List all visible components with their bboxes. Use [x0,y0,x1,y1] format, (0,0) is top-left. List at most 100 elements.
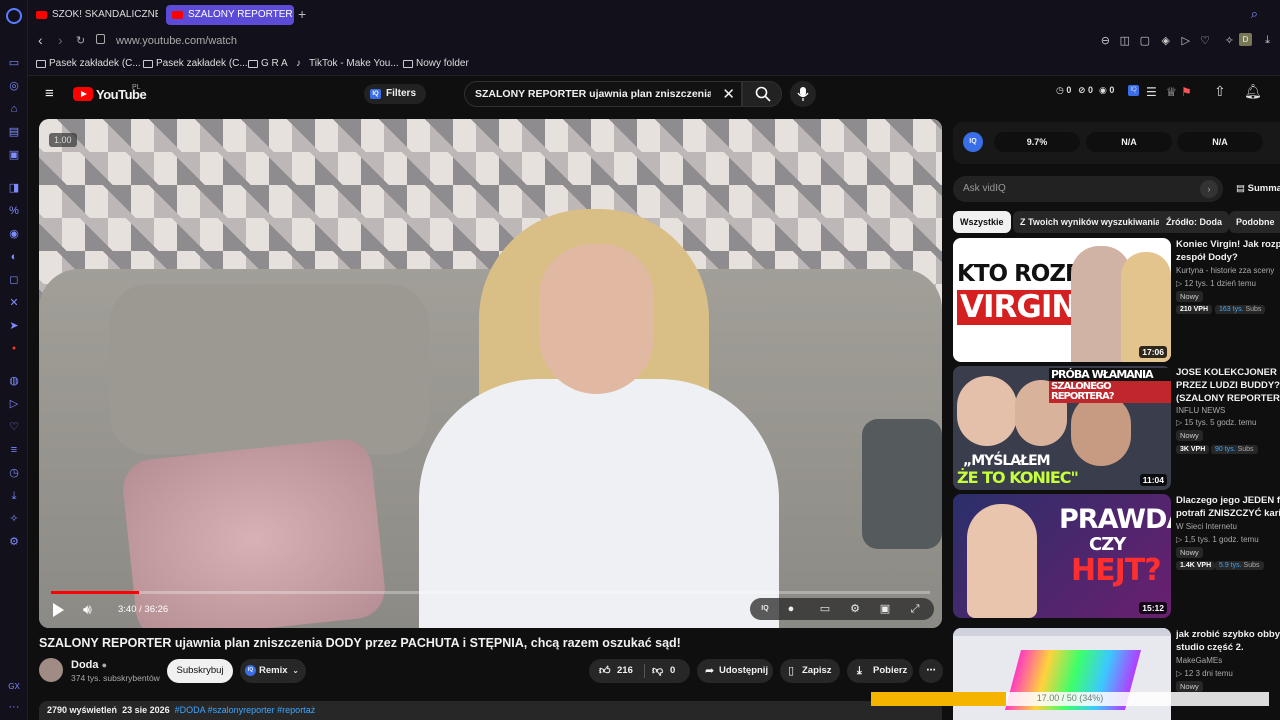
bookmark-folder-2[interactable]: Pasek zakładek (C... [143,58,248,69]
close-icon[interactable]: ✕ [722,85,735,103]
snapshot-icon[interactable]: ▢ [1140,34,1150,47]
video-player[interactable]: 1.00 🔊︎ 3:40 / 36:26 IQ ● ▭ ⚙ ▣ ⤢ [39,119,942,628]
x-icon[interactable]: ✕ [7,296,21,310]
app-icon[interactable]: ● [7,342,21,356]
voice-search-button[interactable] [790,81,816,107]
player-icon[interactable]: ▷ [7,397,21,411]
tab-search-icon[interactable]: ⌕ [1251,6,1258,22]
heart-icon[interactable]: ♡ [7,420,21,434]
alert-icon[interactable]: ⚑ [1181,85,1192,99]
channel-avatar[interactable] [39,658,63,682]
bell-icon[interactable]: 🔔︎ [1244,83,1262,100]
recommendation-channel[interactable]: W Sieci Internetu [1176,522,1237,531]
messenger-icon[interactable]: ◉ [7,227,21,241]
recommendation-channel[interactable]: INFLU NEWS [1176,406,1225,415]
opera-logo-icon[interactable] [6,8,22,24]
reload-icon[interactable]: ↻ [76,34,85,47]
miniplayer-icon[interactable]: ▣ [878,602,892,616]
player-icon[interactable]: ▷ [1182,34,1190,47]
playback-speed-badge[interactable]: 1.00 [49,133,77,147]
chip-from-search[interactable]: Z Twoich wyników wyszukiwania [1013,211,1168,233]
discord-icon[interactable]: ◐ [7,250,21,264]
settings-gear-icon[interactable]: ⚙ [848,602,862,616]
recommendation-item[interactable]: KTO ROZBIŁ VIRGIN? 17:06 Koniec Virgin! … [953,238,1280,362]
settings-icon[interactable]: ⚙ [7,535,21,549]
extensions-icon[interactable]: ✧ [1225,34,1234,47]
downloads-icon[interactable]: ⤓ [7,489,21,503]
bookmark-folder-4[interactable]: Nowy folder [403,58,469,69]
telegram-icon[interactable]: ➤ [7,319,21,333]
history-icon[interactable]: ◷ [7,466,21,480]
camera-icon[interactable]: ◫ [1120,34,1130,47]
vidiq-player-icon[interactable]: IQ [758,602,772,616]
forward-icon[interactable]: › [58,32,63,48]
back-icon[interactable]: ‹ [38,32,43,48]
search-button[interactable] [742,81,782,107]
like-button[interactable]: 👍︎ [599,659,611,683]
download-button[interactable]: ⤓ Pobierz [847,659,913,683]
tab-1[interactable]: SZOK! SKANDALICZNE ZACHOWANIE [30,5,158,25]
ai-icon[interactable]: ◎ [7,79,21,93]
chevron-right-icon[interactable]: › [1200,180,1218,198]
video-thumbnail[interactable] [953,628,1171,720]
save-button[interactable]: ▯ Zapisz [780,659,840,683]
recommendation-title[interactable]: Koniec Virgin! Jak rozpadłzespół Dody? [1176,238,1280,264]
list-icon[interactable]: ☰ [1146,85,1157,99]
volume-icon[interactable]: 🔊︎ [83,601,92,618]
progress-bar[interactable] [51,591,930,594]
url-field[interactable]: www.youtube.com/watch [116,35,237,47]
search-input[interactable]: SZALONY REPORTER ujawnia plan zniszczeni… [464,81,742,107]
bookmark-tiktok[interactable]: ♪ TikTok - Make You... [296,58,399,69]
video-thumbnail[interactable]: PRAWDA CZY HEJT? 15:12 [953,494,1171,618]
chip-similar[interactable]: Podobne [1229,211,1280,233]
bookmark-folder-3[interactable]: G R A [248,58,288,69]
twitch-icon[interactable]: ◨ [7,181,21,195]
play-icon[interactable] [53,603,64,617]
summary-button[interactable]: ▤ Summa [1236,183,1280,194]
profile-avatar[interactable]: D [1239,33,1252,46]
chip-all[interactable]: Wszystkie [953,211,1011,233]
hashtags[interactable]: #DODA #szalonyreporter #reportaż [175,705,316,715]
youtube-logo-icon[interactable] [73,87,93,101]
shop-icon[interactable]: ▣ [7,148,21,162]
subscribe-button[interactable]: Subskrybuj [167,659,233,683]
news-icon[interactable]: ▤ [7,125,21,139]
video-thumbnail[interactable]: KTO ROZBIŁ VIRGIN? 17:06 [953,238,1171,362]
percent-icon[interactable]: % [7,204,21,218]
video-thumbnail[interactable]: PRÓBA WŁAMANIA DO SZALONEGO REPORTERA? „… [953,366,1171,490]
spotify-icon[interactable]: ◍ [7,374,21,388]
gx-icon[interactable]: GX [7,680,21,694]
upload-icon[interactable]: ⇧ [1214,83,1226,100]
zoom-icon[interactable]: ⊖ [1101,34,1110,47]
ask-vidiq-input[interactable]: Ask vidIQ › [953,176,1223,202]
vidiq-icon[interactable]: IQ [1128,85,1139,96]
speed-dial-icon[interactable]: ▭ [7,56,21,70]
shield-icon[interactable]: ◈ [1162,34,1170,47]
tab-2-active[interactable]: SZALONY REPORTER ujawnia plan [166,5,294,25]
more-actions-button[interactable]: ⋯ [919,659,943,683]
channel-name[interactable]: Doda ● [71,659,107,671]
menu-icon[interactable]: ≡ [45,86,54,101]
heart-icon[interactable]: ♡ [1200,34,1210,47]
vidiq-logo-icon[interactable]: IQ [963,132,983,152]
recommendation-title[interactable]: Dlaczego jego JEDEN filmpotrafi ZNISZCZY… [1176,494,1280,520]
lock-icon[interactable]: ⌂ [7,102,21,116]
bookmark-folder-1[interactable]: Pasek zakładek (C... [36,58,141,69]
recommendation-item[interactable]: PRÓBA WŁAMANIA DO SZALONEGO REPORTERA? „… [953,366,1280,490]
trophy-icon[interactable]: ♕ [1166,85,1177,99]
filters-button[interactable]: IQ Filters [364,84,427,104]
recommendation-title[interactable]: jak zrobić szybko obby w rstudio część 2… [1176,628,1280,654]
extensions-icon[interactable]: ✧ [7,512,21,526]
recommendation-title[interactable]: JOSE KOLEKCJONER POBIPRZEZ LUDZI BUDDY?!… [1176,366,1280,405]
recommendation-item[interactable]: jak zrobić szybko obby w rstudio część 2… [953,628,1280,720]
fullscreen-icon[interactable]: ⤢ [908,602,922,616]
recommendation-channel[interactable]: MakeGaMEs [1176,656,1222,665]
description-box[interactable]: 2790 wyświetleń 23 sie 2026 #DODA #szalo… [39,701,942,720]
remix-button[interactable]: IQ Remix ⌄ [240,659,306,683]
tabs-icon[interactable]: ≡ [7,443,21,457]
dislike-button[interactable]: 👎︎ [652,659,663,683]
recommendation-channel[interactable]: Kurtyna - historie zza sceny [1176,266,1274,275]
more-icon[interactable]: ··· [7,700,21,714]
share-button[interactable]: ➦ Udostępnij [697,659,773,683]
chip-source[interactable]: Źródło: Doda [1159,211,1229,233]
